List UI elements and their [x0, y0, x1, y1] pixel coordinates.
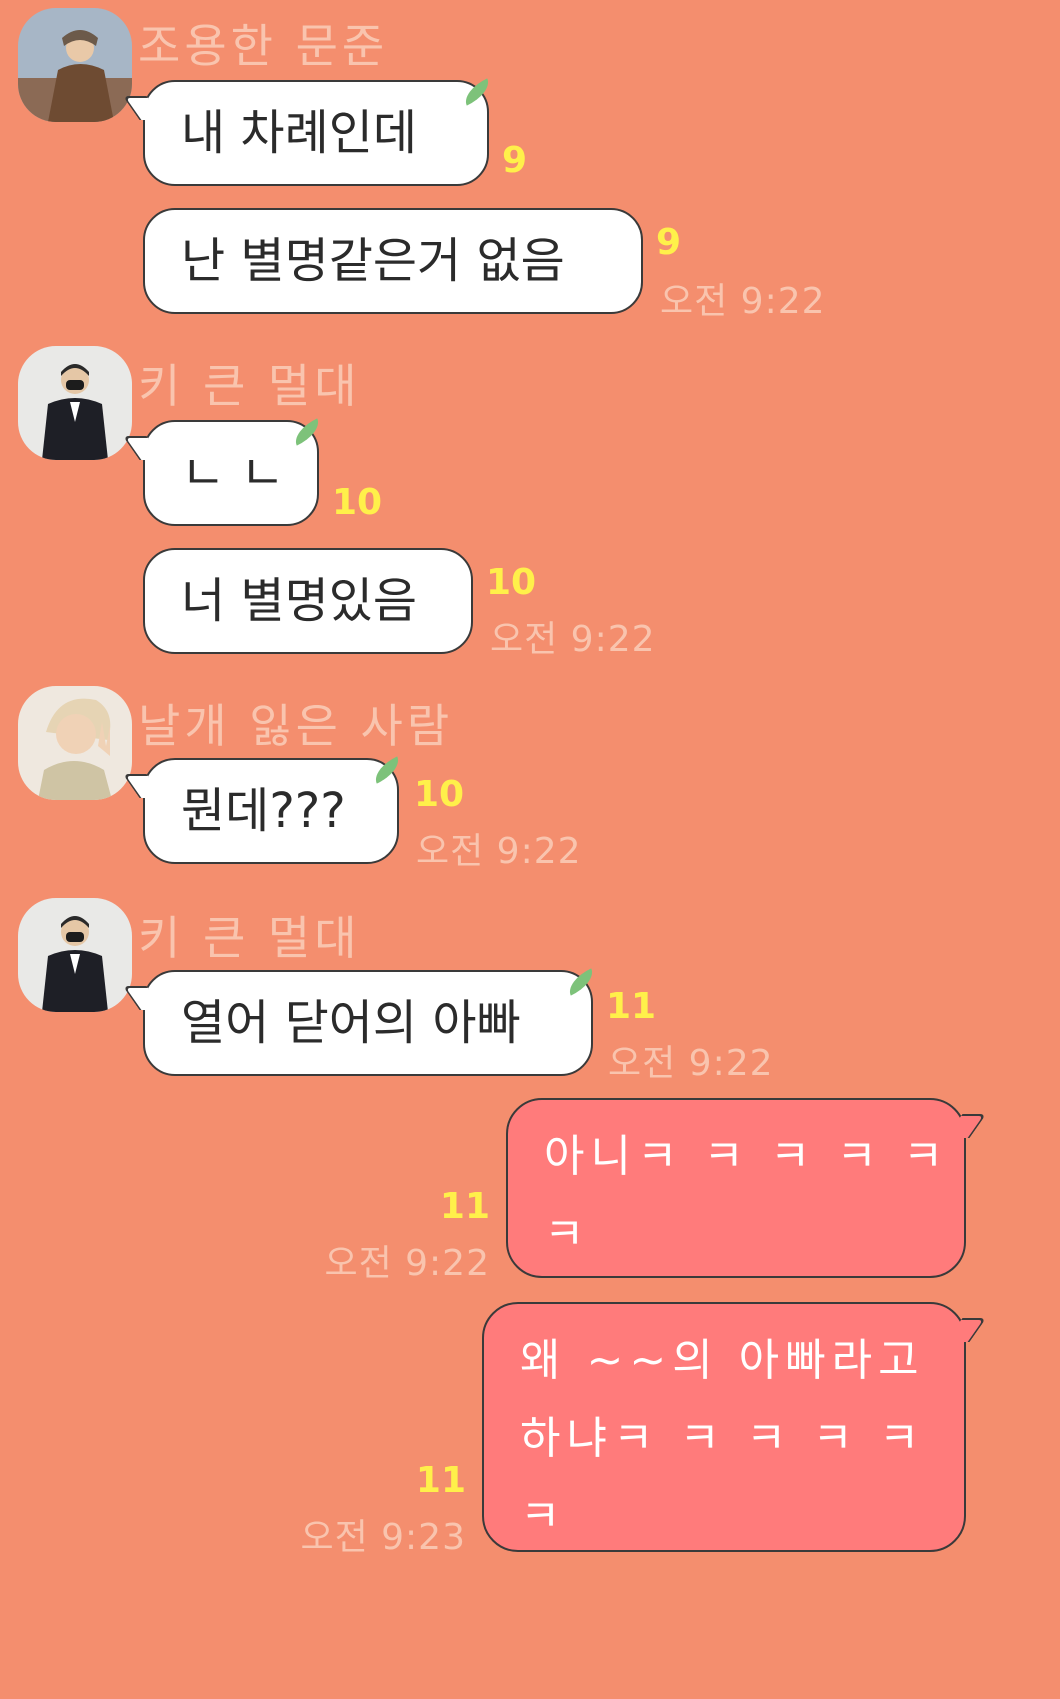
- my-message-bubble[interactable]: 왜 ~~의 아빠라고 하냐ㅋ ㅋ ㅋ ㅋ ㅋ ㅋ: [482, 1302, 966, 1552]
- timestamp: 오전 9:22: [324, 1243, 490, 1284]
- message-bubble[interactable]: 너 별명있음: [143, 548, 473, 654]
- unread-count: 11: [439, 1186, 490, 1227]
- sender-name: 키 큰 멀대: [138, 911, 361, 965]
- message-text: 난 별명같은거 없음: [181, 233, 565, 289]
- timestamp: 오전 9:22: [490, 619, 656, 660]
- timestamp: 오전 9:22: [416, 831, 582, 872]
- avatar[interactable]: [18, 346, 132, 460]
- message-bubble[interactable]: 뭔데???: [143, 758, 399, 864]
- unread-count: 11: [606, 986, 657, 1027]
- timestamp: 오전 9:22: [608, 1043, 774, 1084]
- message-text: 뭔데???: [181, 783, 346, 839]
- profile-photo-icon: [18, 346, 132, 460]
- avatar[interactable]: [18, 8, 132, 122]
- my-message-bubble[interactable]: 아니ㅋ ㅋ ㅋ ㅋ ㅋ ㅋ: [506, 1098, 966, 1278]
- timestamp: 오전 9:22: [660, 281, 826, 322]
- message-text: 하냐ㅋ ㅋ ㅋ ㅋ ㅋ: [520, 1413, 926, 1464]
- message-text: ㅋ: [544, 1209, 591, 1260]
- avatar[interactable]: [18, 898, 132, 1012]
- message-text: 열어 닫어의 아빠: [181, 995, 521, 1051]
- message-text: ㄴ ㄴ: [181, 445, 285, 501]
- sender-name: 날개 잃은 사람: [138, 699, 454, 753]
- profile-photo-icon: [18, 686, 132, 800]
- unread-count: 9: [656, 222, 682, 263]
- message-text: 아니ㅋ ㅋ ㅋ ㅋ ㅋ: [544, 1131, 950, 1182]
- message-bubble[interactable]: ㄴ ㄴ: [143, 420, 319, 526]
- message-text: 너 별명있음: [181, 573, 418, 629]
- profile-photo-icon: [18, 898, 132, 1012]
- message-text: 내 차례인데: [181, 105, 418, 161]
- unread-count: 10: [332, 482, 383, 523]
- timestamp: 오전 9:23: [300, 1517, 466, 1558]
- message-bubble[interactable]: 난 별명같은거 없음: [143, 208, 643, 314]
- unread-count: 11: [415, 1460, 466, 1501]
- message-text: 왜 ~~의 아빠라고: [520, 1335, 925, 1386]
- message-text: ㅋ: [520, 1491, 567, 1542]
- sender-name: 조용한 문준: [138, 19, 389, 73]
- unread-count: 9: [502, 140, 528, 181]
- unread-count: 10: [414, 774, 465, 815]
- avatar[interactable]: [18, 686, 132, 800]
- message-bubble[interactable]: 열어 닫어의 아빠: [143, 970, 593, 1076]
- unread-count: 10: [486, 562, 537, 603]
- message-bubble[interactable]: 내 차례인데: [143, 80, 489, 186]
- profile-photo-icon: [18, 8, 132, 122]
- sender-name: 키 큰 멀대: [138, 359, 361, 413]
